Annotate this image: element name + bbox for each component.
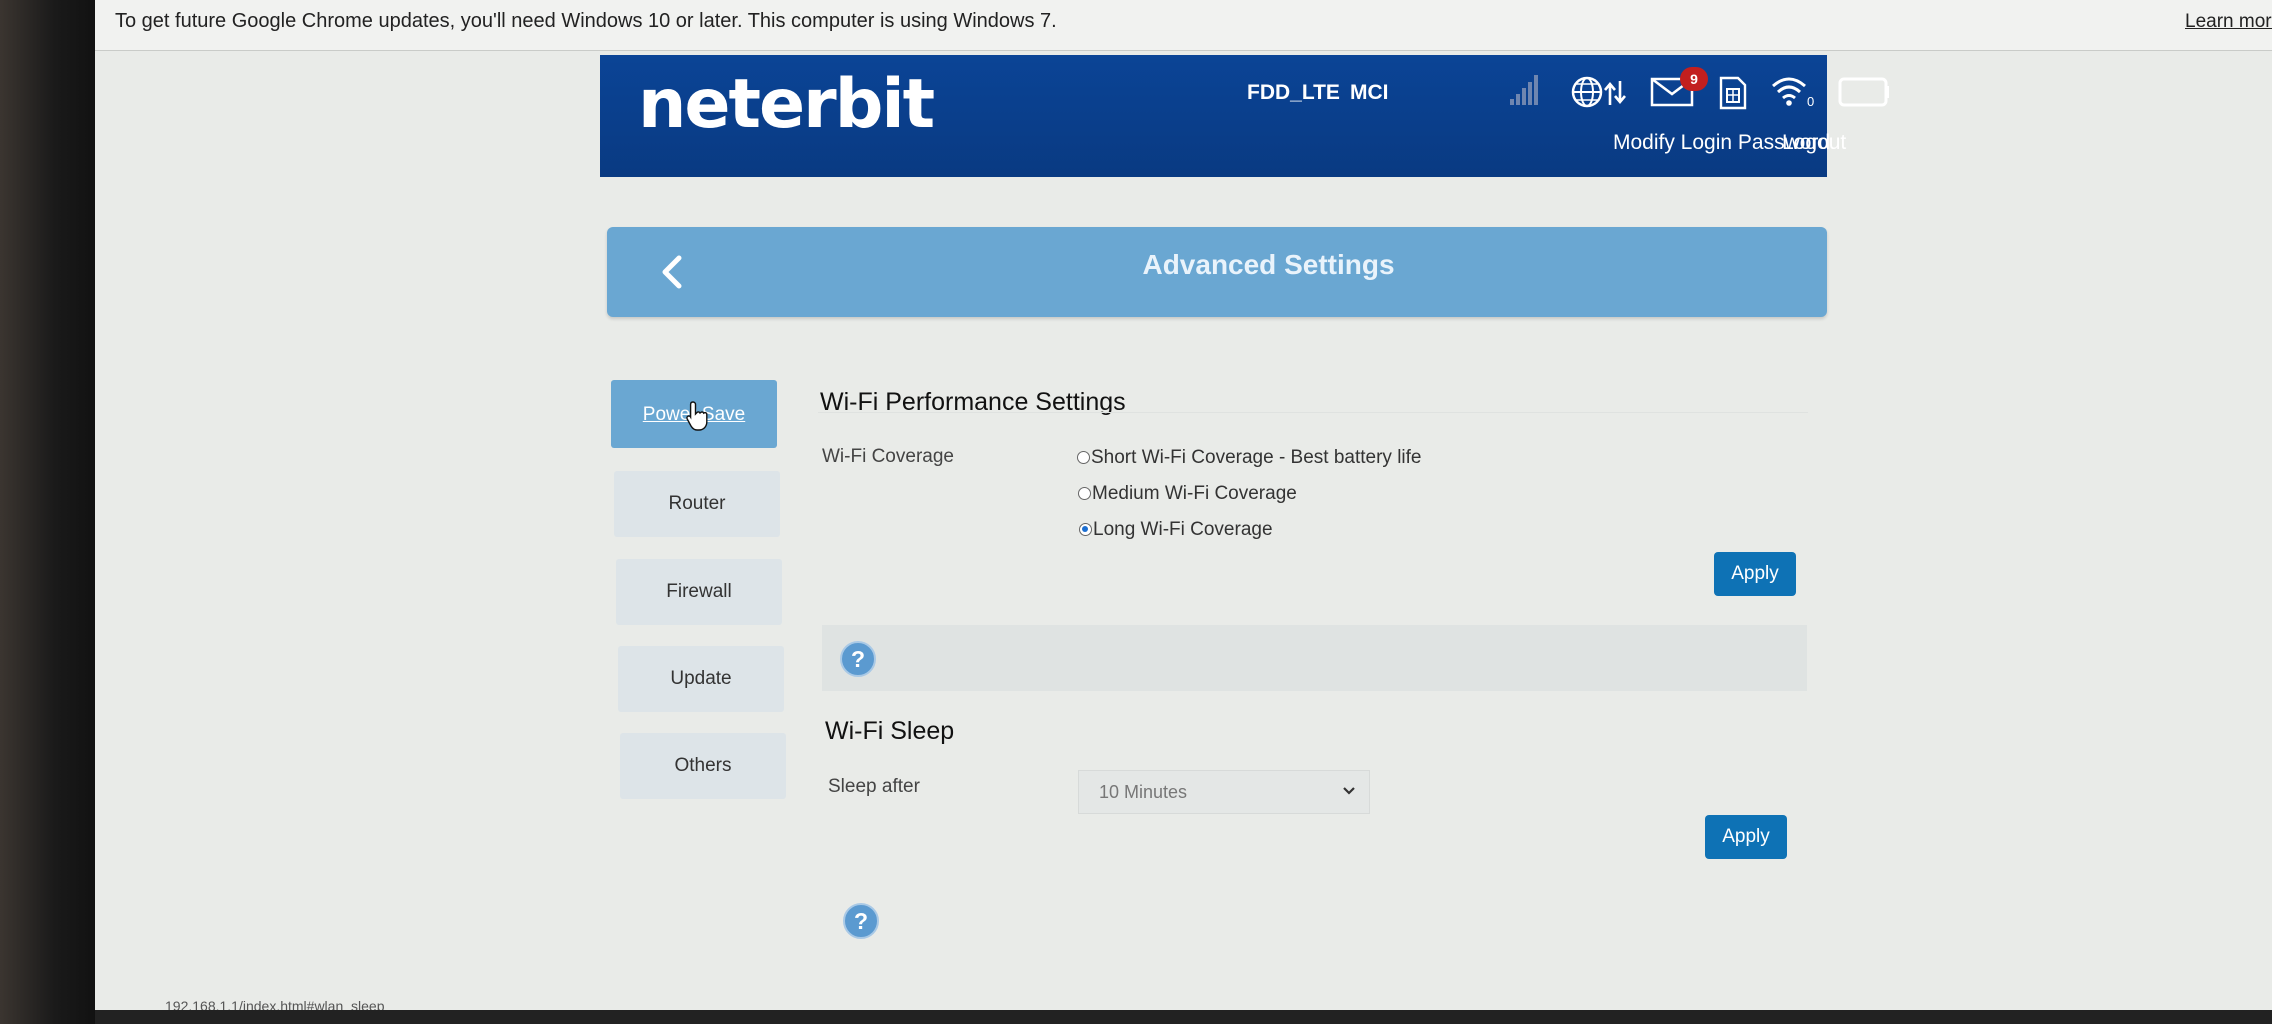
router-header: neterbit FDD_LTE MCI 9 0 Modify Login Pa… xyxy=(600,55,1889,177)
sim-card-icon xyxy=(1719,76,1747,110)
radio-medium-coverage[interactable]: Medium Wi-Fi Coverage xyxy=(1078,483,1297,505)
help-question-icon[interactable]: ? xyxy=(840,641,876,677)
radio-button[interactable] xyxy=(1078,487,1091,500)
unread-messages-badge: 9 xyxy=(1680,67,1708,91)
sleep-after-label: Sleep after xyxy=(828,776,920,797)
radio-button-selected[interactable] xyxy=(1079,523,1092,536)
wifi-icon[interactable]: 0 xyxy=(1770,73,1818,109)
signal-strength-icon xyxy=(1510,75,1544,105)
wifi-client-count: 0 xyxy=(1807,94,1814,109)
radio-label: Medium Wi-Fi Coverage xyxy=(1092,483,1297,504)
radio-button[interactable] xyxy=(1077,451,1090,464)
help-question-icon[interactable]: ? xyxy=(843,903,879,939)
page-title: Advanced Settings xyxy=(1142,249,1395,280)
apply-coverage-button[interactable]: Apply xyxy=(1714,552,1796,596)
monitor-bezel-bottom xyxy=(95,1010,2272,1024)
wifi-coverage-label: Wi-Fi Coverage xyxy=(822,446,954,467)
wifi-sleep-title: Wi-Fi Sleep xyxy=(825,717,955,745)
radio-short-coverage[interactable]: Short Wi-Fi Coverage - Best battery life xyxy=(1077,447,1422,469)
sleep-after-value: 10 Minutes xyxy=(1099,782,1188,802)
nav-item-update[interactable]: Update xyxy=(618,646,784,712)
network-type: FDD_LTE xyxy=(1247,81,1340,104)
help-panel xyxy=(822,625,1807,691)
brand-logo: neterbit xyxy=(638,65,935,144)
radio-long-coverage[interactable]: Long Wi-Fi Coverage xyxy=(1079,519,1273,541)
battery-icon xyxy=(1838,77,1889,107)
chrome-update-infobar: To get future Google Chrome updates, you… xyxy=(95,0,2272,51)
browser-viewport: To get future Google Chrome updates, you… xyxy=(95,0,2272,1018)
nav-item-router[interactable]: Router xyxy=(614,471,780,537)
page-title-banner: Advanced Settings xyxy=(607,227,1827,317)
internet-connection-icon xyxy=(1571,76,1626,108)
nav-item-others[interactable]: Others xyxy=(620,733,786,799)
chevron-down-icon xyxy=(1343,787,1355,795)
nav-item-firewall[interactable]: Firewall xyxy=(616,559,782,625)
logout-link[interactable]: Logout xyxy=(1782,131,1846,155)
sleep-after-select[interactable]: 10 Minutes xyxy=(1078,770,1370,814)
infobar-message: To get future Google Chrome updates, you… xyxy=(115,10,1057,32)
monitor-bezel-left xyxy=(0,0,100,1024)
radio-label: Long Wi-Fi Coverage xyxy=(1093,519,1273,540)
hand-cursor-icon xyxy=(686,401,708,431)
learn-more-link[interactable]: Learn more xyxy=(2185,11,2272,33)
radio-label: Short Wi-Fi Coverage - Best battery life xyxy=(1091,447,1422,468)
operator-name: MCI xyxy=(1350,81,1389,104)
section-divider xyxy=(818,412,1808,413)
apply-sleep-button[interactable]: Apply xyxy=(1705,815,1787,859)
